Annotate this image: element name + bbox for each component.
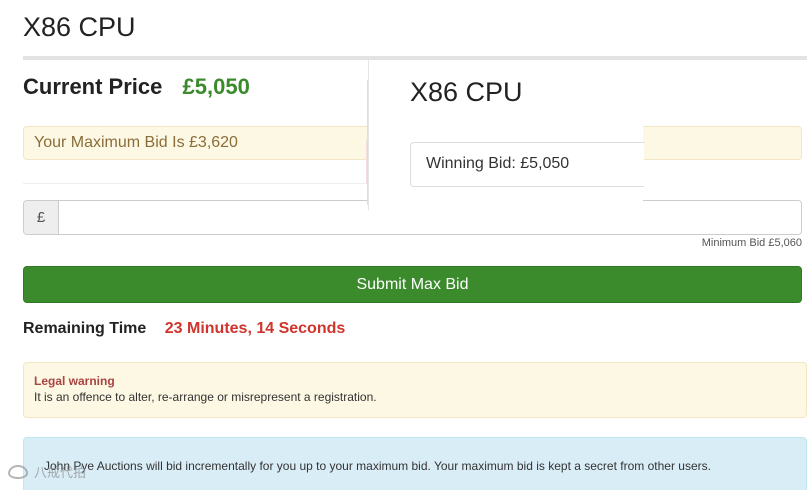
section-divider — [23, 183, 368, 184]
winning-bid-text: Winning Bid: £5,050 — [426, 155, 570, 172]
currency-symbol: £ — [24, 201, 59, 234]
minimum-bid-hint: Minimum Bid £5,060 — [701, 237, 802, 249]
popup-title: X86 CPU — [410, 77, 523, 107]
bidding-info-text: John Pye Auctions will bid incrementally… — [44, 459, 711, 473]
remaining-time-row: Remaining Time 23 Minutes, 14 Seconds — [23, 320, 345, 338]
current-price-label: Current Price — [23, 74, 163, 99]
watermark-logo-icon — [8, 464, 28, 479]
page-title: X86 CPU — [23, 12, 136, 42]
legal-warning-title: Legal warning — [34, 374, 115, 388]
winning-bid-popup: X86 CPU Winning Bid: £5,050 — [367, 60, 644, 210]
bidding-info-box: John Pye Auctions will bid incrementally… — [23, 437, 807, 490]
auction-page: X86 CPU Current Price £5,050 Your Maximu… — [0, 0, 807, 490]
current-price-row: Current Price £5,050 — [23, 74, 250, 102]
max-bid-text: Your Maximum Bid Is £3,620 — [34, 134, 238, 151]
legal-warning-box: Legal warning It is an offence to alter,… — [23, 362, 807, 418]
remaining-time-label: Remaining Time — [23, 320, 147, 337]
watermark-text: 八戒代拍 — [34, 465, 87, 480]
watermark: 八戒代拍 — [8, 462, 86, 481]
remaining-time-value: 23 Minutes, 14 Seconds — [164, 320, 346, 337]
legal-warning-text: It is an offence to alter, re-arrange or… — [34, 390, 377, 404]
submit-max-bid-button[interactable]: Submit Max Bid — [23, 266, 802, 303]
current-price-value: £5,050 — [182, 74, 250, 99]
winning-bid-box: Winning Bid: £5,050 — [410, 142, 644, 187]
